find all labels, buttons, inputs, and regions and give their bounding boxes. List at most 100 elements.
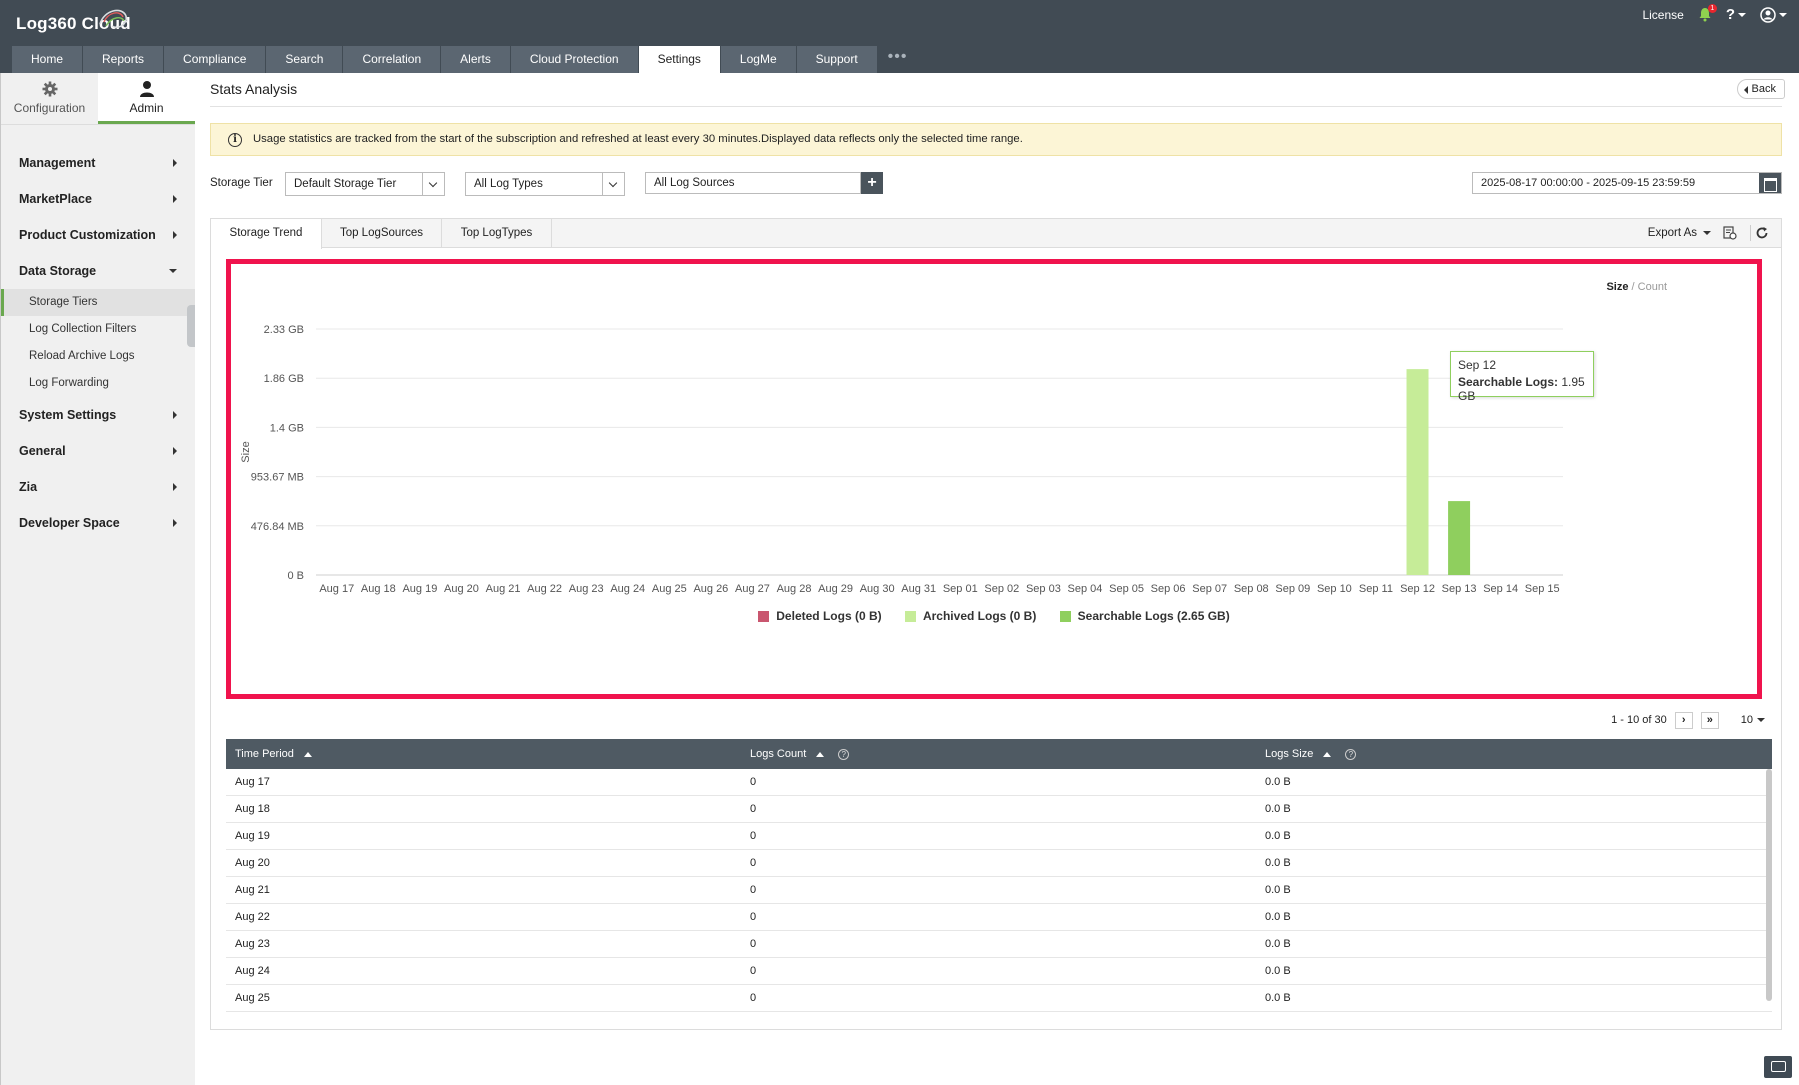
sort-asc-icon [816, 751, 825, 757]
legend-swatch [904, 610, 916, 622]
legend-archived-logs[interactable]: Archived Logs (0 B) [904, 609, 1036, 623]
table-scrollbar[interactable] [1766, 769, 1772, 1001]
sidebar-item-data-storage[interactable]: Data Storage [1, 253, 195, 289]
sidebar-item-system-settings[interactable]: System Settings [1, 397, 195, 433]
sidebar-item-product-customization[interactable]: Product Customization [1, 217, 195, 253]
table-row: Aug 20 0 0.0 B [226, 850, 1772, 877]
chevron-down-icon [422, 173, 444, 195]
chat-button[interactable] [1764, 1056, 1792, 1078]
x-tick-label: Sep 03 [1026, 583, 1061, 595]
schedule-report-icon[interactable] [1723, 226, 1737, 240]
user-avatar-icon [1760, 6, 1776, 23]
date-range-input[interactable]: 2025-08-17 00:00:00 - 2025-09-15 23:59:5… [1472, 172, 1782, 194]
nav-tab-reports[interactable]: Reports [83, 46, 164, 73]
x-tick-label: Aug 28 [777, 583, 812, 595]
sort-asc-icon [1323, 751, 1332, 757]
title-divider [210, 106, 1782, 107]
sidebar-subitem-reload-archive-logs[interactable]: Reload Archive Logs [1, 343, 195, 370]
next-page-button[interactable]: › [1674, 711, 1693, 729]
sidebar-item-developer-space[interactable]: Developer Space [1, 505, 195, 541]
sidebar-item-marketplace[interactable]: MarketPlace [1, 181, 195, 217]
nav-tab-correlation[interactable]: Correlation [343, 46, 441, 73]
admin-tab[interactable]: Admin [98, 73, 195, 124]
x-tick-label: Sep 14 [1483, 583, 1518, 595]
log-sources-input[interactable]: All Log Sources [645, 172, 861, 194]
table-row: Aug 25 0 0.0 B [226, 985, 1772, 1012]
chevron-right-icon [173, 519, 177, 527]
configuration-tab[interactable]: Configuration [1, 73, 98, 124]
nav-tab-compliance[interactable]: Compliance [164, 46, 266, 73]
x-tick-label: Sep 11 [1359, 583, 1393, 595]
sidebar-subitem-log-forwarding[interactable]: Log Forwarding [1, 370, 195, 397]
x-tick-label: Sep 07 [1192, 583, 1227, 595]
info-icon: i [228, 133, 242, 147]
x-tick-label: Aug 30 [860, 583, 895, 595]
y-tick-label: 1.4 GB [270, 422, 304, 434]
sidebar: Configuration Admin Management MarketPla… [0, 73, 195, 1085]
x-tick-label: Sep 04 [1068, 583, 1103, 595]
sort-asc-icon [303, 751, 312, 757]
tab-top-logtypes[interactable]: Top LogTypes [442, 219, 552, 248]
notifications-button[interactable]: 1 [1698, 4, 1717, 22]
pagination-range: 1 - 10 of 30 [1611, 714, 1667, 726]
nav-tab-support[interactable]: Support [796, 46, 877, 73]
tab-storage-trend[interactable]: Storage Trend [211, 219, 322, 249]
export-as-menu[interactable]: Export As [1648, 227, 1711, 239]
nav-tab-cloud-protection[interactable]: Cloud Protection [510, 46, 638, 73]
legend-deleted-logs[interactable]: Deleted Logs (0 B) [758, 609, 882, 623]
sidebar-item-general[interactable]: General [1, 433, 195, 469]
main-nav: Home Reports Compliance Search Correlati… [12, 46, 917, 73]
sidebar-menu: Management MarketPlace Product Customiza… [1, 145, 195, 541]
calendar-icon[interactable] [1759, 173, 1781, 193]
legend-searchable-logs[interactable]: Searchable Logs (2.65 GB) [1059, 609, 1230, 623]
nav-tab-alerts[interactable]: Alerts [441, 46, 510, 73]
nav-tab-logme[interactable]: LogMe [720, 46, 796, 73]
per-page-select[interactable]: 10 [1727, 714, 1765, 726]
nav-tab-search[interactable]: Search [266, 46, 343, 73]
nav-tab-settings[interactable]: Settings [638, 46, 720, 73]
help-menu[interactable]: ? [1726, 6, 1746, 23]
x-tick-label: Sep 10 [1317, 583, 1352, 595]
column-logs-count[interactable]: Logs Count? [741, 739, 1256, 769]
column-logs-size[interactable]: Logs Size? [1256, 739, 1771, 769]
filter-bar: Storage Tier Default Storage Tier All Lo… [210, 172, 1782, 198]
x-tick-label: Sep 02 [984, 583, 1019, 595]
x-tick-label: Aug 18 [361, 583, 396, 595]
chevron-down-icon [602, 173, 624, 195]
user-menu[interactable] [1760, 6, 1787, 23]
help-icon[interactable]: ? [1345, 748, 1357, 760]
nav-tab-home[interactable]: Home [12, 46, 83, 73]
help-icon[interactable]: ? [838, 748, 850, 760]
refresh-icon[interactable] [1755, 226, 1769, 240]
chevron-right-icon [173, 231, 177, 239]
x-tick-label: Aug 25 [652, 583, 687, 595]
x-tick-label: Sep 01 [943, 583, 978, 595]
info-text: Usage statistics are tracked from the st… [253, 133, 1023, 145]
tab-top-logsources[interactable]: Top LogSources [322, 219, 442, 248]
notification-badge: 1 [1707, 4, 1717, 13]
y-tick-label: 1.86 GB [264, 373, 304, 385]
last-page-button[interactable]: » [1700, 711, 1719, 729]
toolbar-divider [1750, 225, 1751, 241]
storage-tier-select[interactable]: Default Storage Tier [285, 172, 445, 196]
more-tabs-icon[interactable]: ••• [878, 46, 918, 73]
license-link[interactable]: License [1642, 8, 1683, 22]
y-axis-title: Size [240, 441, 252, 462]
back-button[interactable]: Back [1736, 79, 1785, 99]
sidebar-collapse-handle[interactable] [187, 305, 195, 347]
sidebar-item-zia[interactable]: Zia [1, 469, 195, 505]
sidebar-subitem-storage-tiers[interactable]: Storage Tiers [1, 289, 195, 316]
x-tick-label: Sep 08 [1234, 583, 1269, 595]
logo-swirl-icon [99, 9, 128, 29]
x-tick-label: Aug 20 [444, 583, 479, 595]
table-row: Aug 24 0 0.0 B [226, 958, 1772, 985]
sidebar-item-management[interactable]: Management [1, 145, 195, 181]
chevron-down-icon [1703, 231, 1711, 235]
table-row: Aug 22 0 0.0 B [226, 904, 1772, 931]
bar-searchable-logs [1406, 369, 1429, 575]
add-log-source-button[interactable]: + [861, 172, 883, 194]
log-types-select[interactable]: All Log Types [465, 172, 625, 196]
sidebar-subitem-log-collection-filters[interactable]: Log Collection Filters [1, 316, 195, 343]
x-tick-label: Sep 09 [1275, 583, 1310, 595]
column-time-period[interactable]: Time Period [226, 739, 741, 769]
